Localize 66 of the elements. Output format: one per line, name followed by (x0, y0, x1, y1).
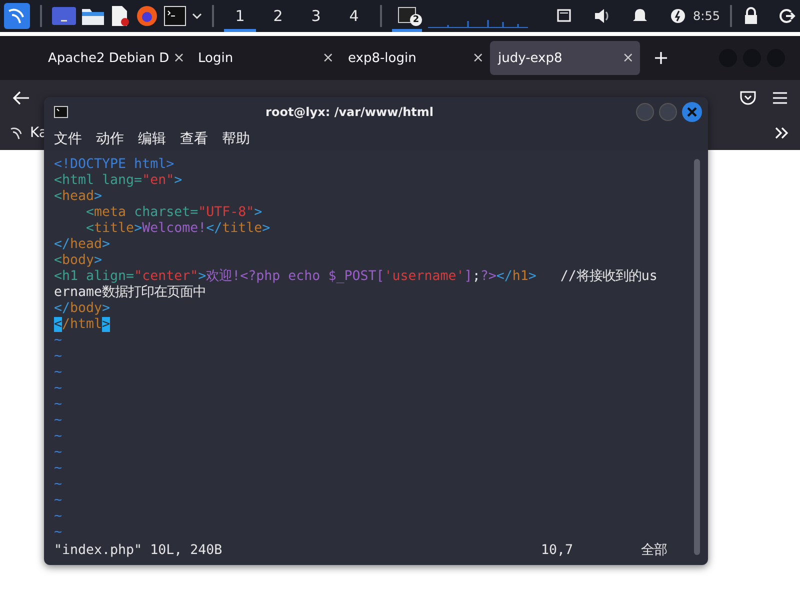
workspace-switcher[interactable]: 1 (224, 0, 256, 32)
clock: 8:55 (693, 9, 720, 23)
code-line: <head> (54, 189, 104, 205)
empty-line-marker: ~ (54, 445, 64, 461)
tab-close-button[interactable]: × (322, 50, 334, 66)
file-info: "index.php" 10L, 240B (54, 543, 222, 560)
window-title: root@lyx: /var/www/html (264, 105, 434, 119)
code-line: <!DOCTYPE html> (54, 157, 176, 173)
workspace-switcher[interactable]: 3 (300, 0, 332, 32)
browser-icon[interactable] (136, 5, 158, 27)
workspace-switcher[interactable]: 2 (262, 0, 294, 32)
chevron-double-right-icon[interactable] (774, 126, 790, 140)
lock-icon[interactable] (742, 7, 760, 25)
browser-tab[interactable]: judy-exp8 × (490, 41, 640, 75)
window-count-badge: 2 (410, 14, 422, 26)
browser-tab[interactable]: exp8-login × (340, 41, 490, 75)
terminal-icon[interactable] (164, 6, 186, 26)
empty-line-marker: ~ (54, 333, 64, 349)
empty-line-marker: ~ (54, 381, 64, 397)
pocket-icon[interactable] (740, 90, 756, 106)
folder-icon[interactable] (82, 7, 104, 25)
power-icon[interactable] (669, 7, 688, 25)
code-line: </head> (54, 237, 112, 253)
menu-icon[interactable] (772, 91, 788, 105)
terminal-task-button[interactable]: 2 (392, 0, 422, 32)
empty-line-marker: ~ (54, 509, 64, 525)
empty-line-marker: ~ (54, 493, 64, 509)
menu-item[interactable]: 动作 (96, 130, 124, 148)
code-line: <h1 align="center">欢迎!<?php echo $_POST['username'];?></h1> //将接收到的us (54, 269, 658, 284)
code-line: <body> (54, 253, 104, 269)
workspace-switcher[interactable]: 4 (338, 0, 370, 32)
chevron-down-icon[interactable] (192, 12, 202, 20)
empty-line-marker: ~ (54, 365, 64, 381)
logout-icon[interactable] (778, 7, 796, 25)
empty-line-marker: ~ (54, 429, 64, 445)
tab-close-button[interactable]: × (622, 50, 634, 66)
empty-line-marker: ~ (54, 477, 64, 493)
code-line: </html> (54, 317, 112, 333)
tab-close-button[interactable]: × (173, 50, 185, 66)
close-button[interactable] (682, 102, 702, 122)
terminal-icon (54, 106, 68, 118)
code-line: <html lang="en"> (54, 173, 184, 189)
browser-tab[interactable]: Login × (190, 41, 340, 75)
empty-line-marker: ~ (54, 461, 64, 477)
code-line: </body> (54, 301, 112, 317)
code-line: <meta charset="UTF-8"> (85, 205, 264, 221)
scrollbar[interactable] (694, 159, 700, 555)
empty-line-marker: ~ (54, 397, 64, 413)
browser-tab[interactable]: Apache2 Debian D × (40, 41, 190, 75)
code-line: ername数据打印在页面中 (54, 285, 208, 301)
document-icon[interactable] (110, 6, 130, 26)
empty-line-marker: ~ (54, 525, 64, 541)
menu-item[interactable]: 帮助 (222, 130, 250, 148)
app-window-icon[interactable] (52, 7, 76, 25)
empty-line-marker: ~ (54, 349, 64, 365)
scroll-position: 全部 (641, 543, 668, 560)
menu-item[interactable]: 查看 (180, 130, 208, 148)
menu-item[interactable]: 文件 (54, 130, 82, 148)
tab-close-button[interactable]: × (472, 50, 484, 66)
back-arrow-icon[interactable] (12, 90, 30, 106)
plus-icon[interactable] (654, 51, 668, 65)
cursor-position: 10,7 (541, 543, 574, 560)
menu-item[interactable]: 编辑 (138, 130, 166, 148)
empty-line-marker: ~ (54, 413, 64, 429)
close-icon (687, 107, 697, 117)
code-line: <title>Welcome!</title> (85, 221, 272, 237)
